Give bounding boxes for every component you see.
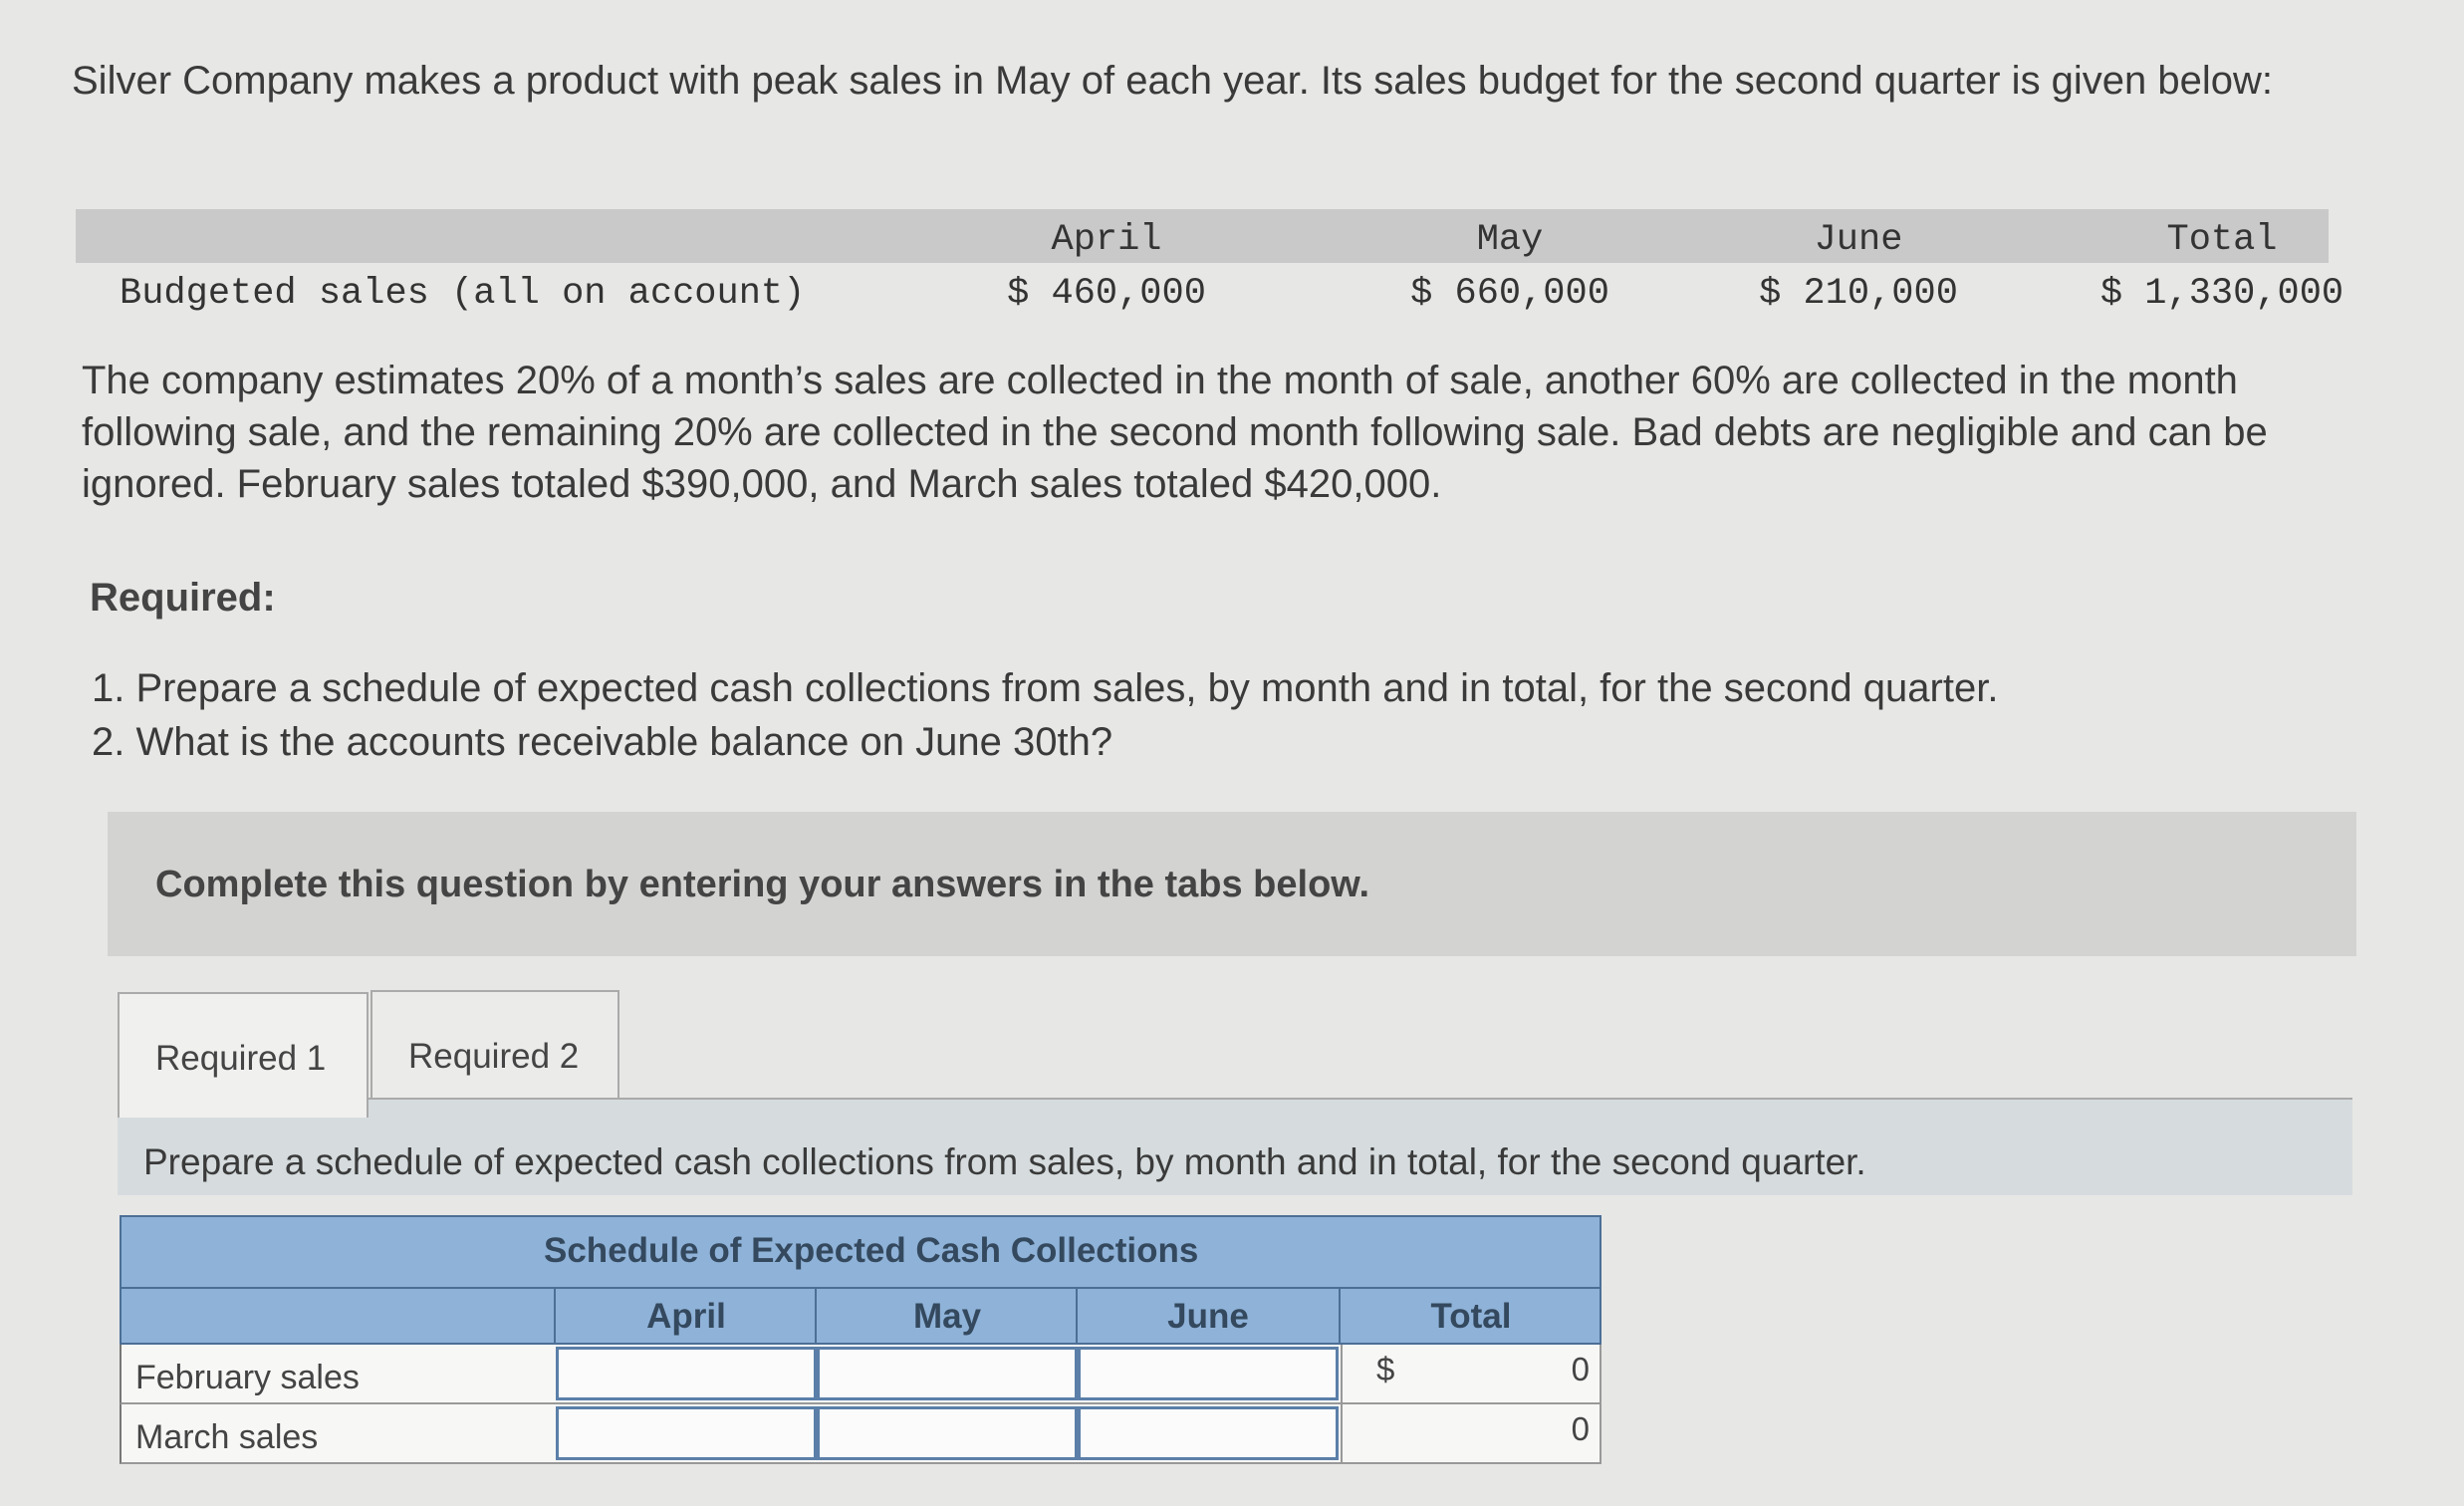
june-sales-value: $ 210,000 (1759, 273, 1958, 315)
col-april-label: April (646, 1297, 726, 1336)
march-total-value: 0 (1571, 1410, 1590, 1447)
february-june-input[interactable] (1078, 1347, 1339, 1400)
instructions-banner: Complete this question by entering your … (108, 812, 2356, 956)
schedule-header-row: April May June Total (120, 1289, 1602, 1345)
header-june: June (1814, 219, 1903, 261)
col-may: May (815, 1289, 1078, 1343)
col-june: June (1076, 1289, 1339, 1343)
required-item: 1. Prepare a schedule of expected cash c… (92, 666, 1999, 710)
march-april-input[interactable] (556, 1406, 817, 1460)
february-april-input[interactable] (556, 1347, 817, 1400)
cash-collections-schedule: Schedule of Expected Cash Collections Ap… (120, 1215, 1602, 1464)
problem-intro: Silver Company makes a product with peak… (72, 59, 2274, 103)
schedule-title-bar: Schedule of Expected Cash Collections (120, 1215, 1602, 1289)
tab-label: Required 2 (408, 1037, 580, 1076)
tab-instruction: Prepare a schedule of expected cash coll… (118, 1100, 2352, 1195)
budgeted-sales-row: Budgeted sales (all on account) $ 460,00… (76, 263, 2343, 319)
instruction-text: Prepare a schedule of expected cash coll… (143, 1141, 1866, 1182)
february-total-cell: $ 0 (1341, 1345, 1602, 1402)
budgeted-sales-label: Budgeted sales (all on account) (120, 273, 806, 315)
february-may-input[interactable] (817, 1347, 1078, 1400)
table-row-march-sales: March sales 0 (120, 1404, 1602, 1464)
required-item: 2. What is the accounts receivable balan… (92, 720, 1113, 764)
tab-required-1[interactable]: Required 1 (118, 992, 369, 1118)
march-june-input[interactable] (1078, 1406, 1339, 1460)
total-sales-value: $ 1,330,000 (2099, 273, 2344, 315)
schedule-title: Schedule of Expected Cash Collections (544, 1231, 1199, 1270)
tab-label: Required 1 (155, 1039, 327, 1078)
required-list: 1. Prepare a schedule of expected cash c… (92, 661, 2283, 769)
header-april: April (1051, 219, 1162, 261)
header-total: Total (2166, 219, 2278, 261)
february-total-value: 0 (1571, 1351, 1590, 1387)
april-sales-value: $ 460,000 (1007, 273, 1206, 315)
march-may-input[interactable] (817, 1406, 1078, 1460)
sales-budget-header: April May June Total (76, 209, 2329, 263)
march-total-cell: 0 (1341, 1404, 1602, 1462)
required-heading: Required: (90, 576, 276, 620)
table-row-february-sales: February sales $ 0 (120, 1345, 1602, 1404)
col-may-label: May (912, 1297, 982, 1336)
row-label: February sales (135, 1359, 360, 1396)
col-june-label: June (1167, 1297, 1249, 1336)
col-total-label: Total (1430, 1297, 1512, 1336)
sales-budget-table: April May June Total Budgeted sales (all… (76, 209, 2343, 319)
banner-text: Complete this question by entering your … (155, 864, 1370, 905)
row-label: March sales (135, 1418, 319, 1456)
col-total: Total (1339, 1289, 1602, 1343)
collection-policy-paragraph: The company estimates 20% of a month’s s… (82, 359, 2268, 506)
col-april: April (554, 1289, 817, 1343)
may-sales-value: $ 660,000 (1410, 273, 1609, 315)
header-may: May (1476, 219, 1544, 261)
currency-symbol: $ (1376, 1351, 1395, 1387)
